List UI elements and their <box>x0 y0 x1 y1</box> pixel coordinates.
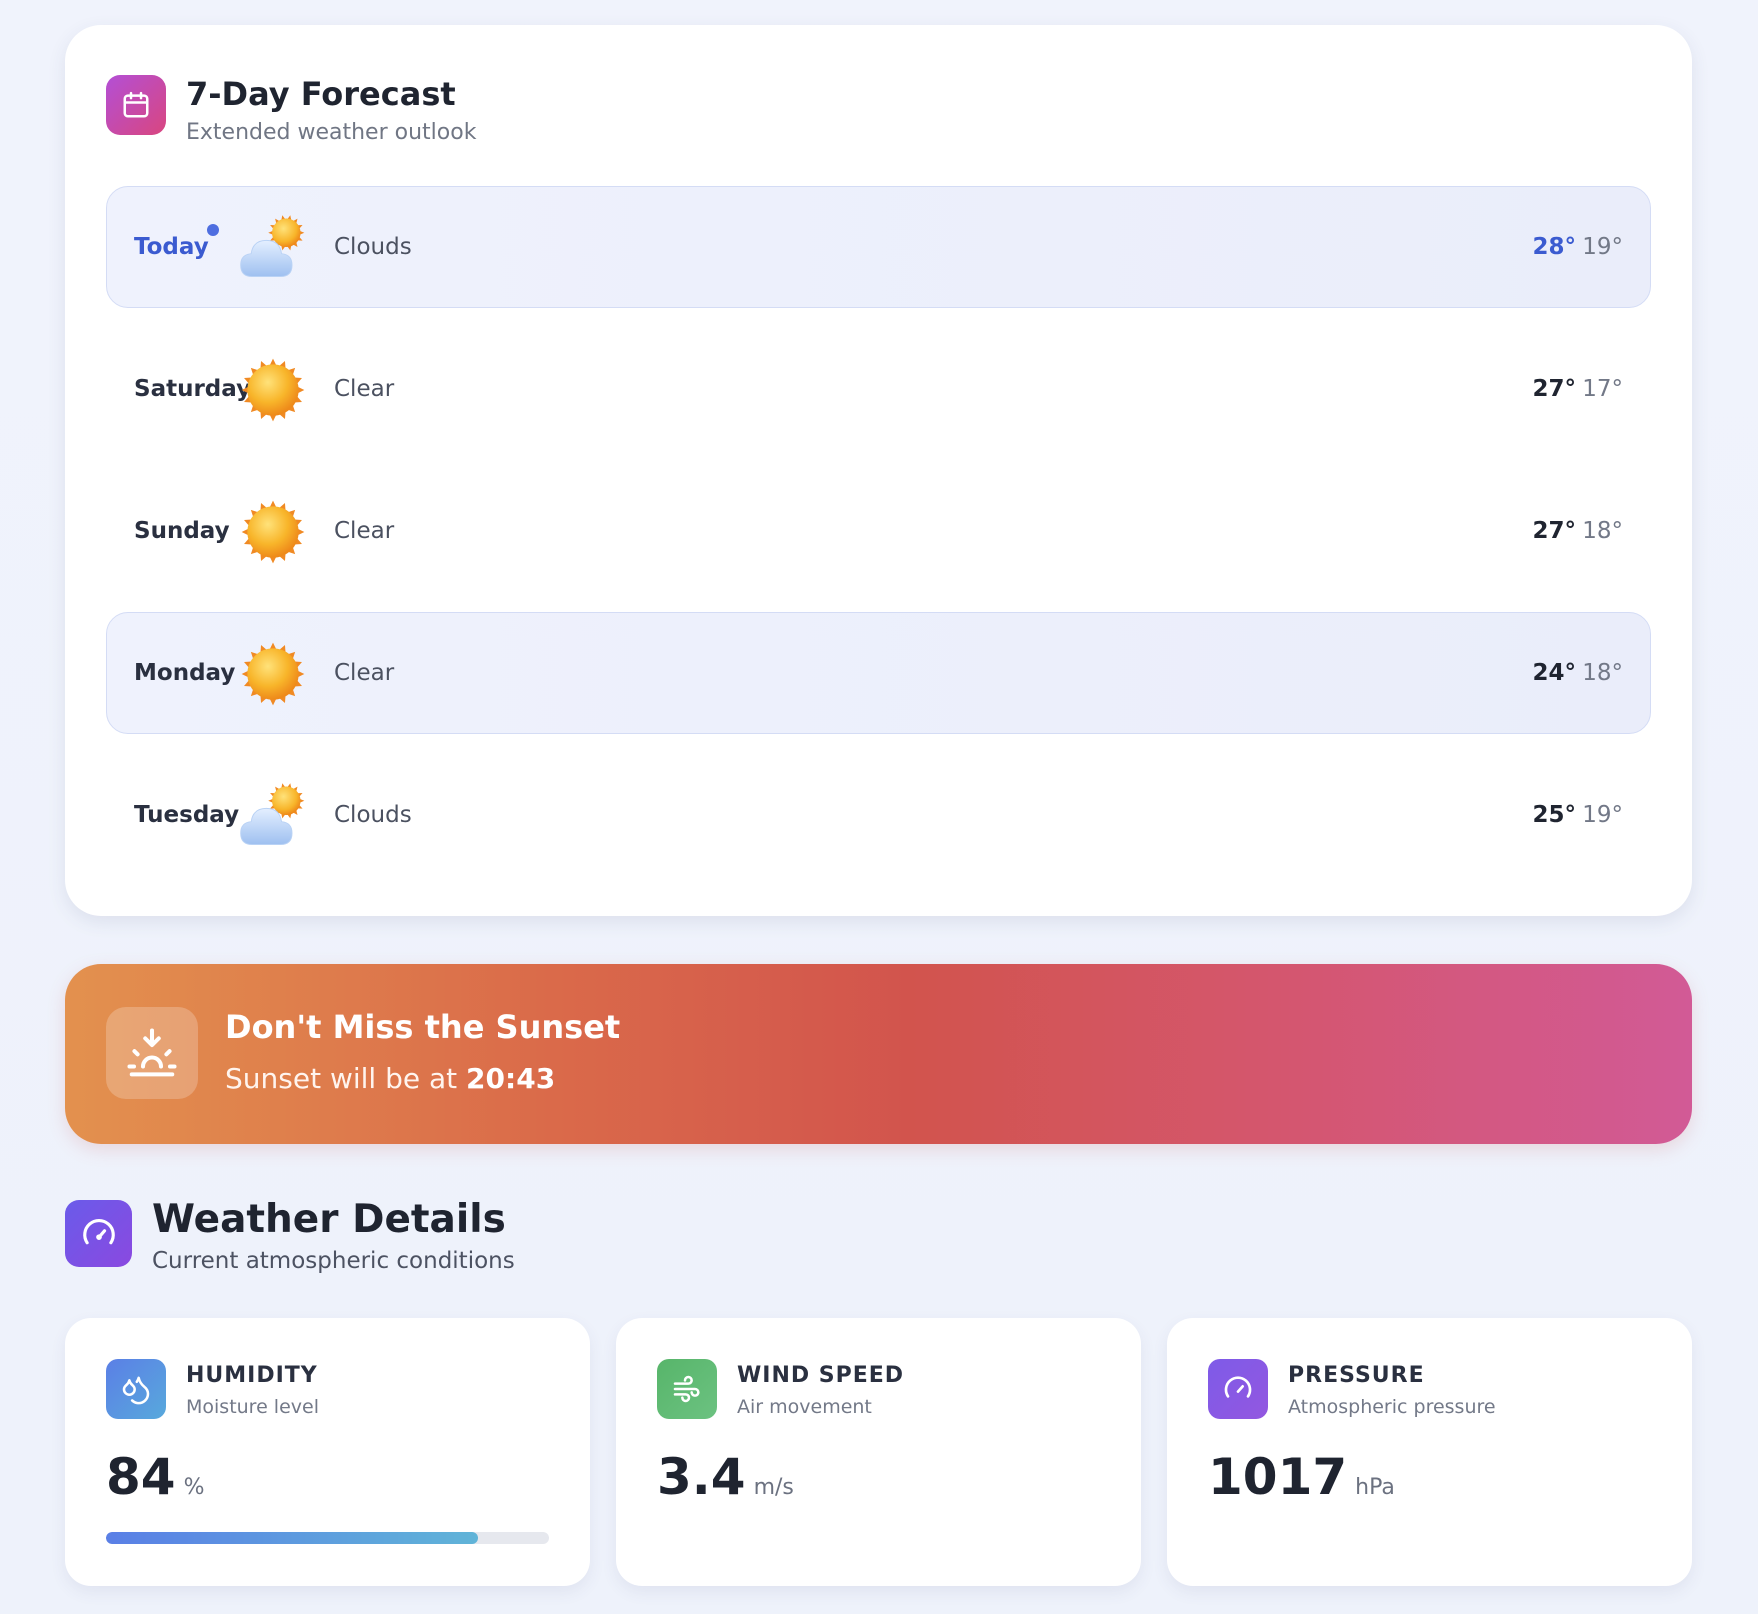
forecast-high: 27° <box>1532 376 1576 402</box>
pressure-title: PRESSURE <box>1288 1363 1425 1388</box>
humidity-subtitle: Moisture level <box>186 1396 319 1418</box>
forecast-high: 24° <box>1532 660 1576 686</box>
forecast-condition: Clouds <box>334 234 412 260</box>
forecast-day: Sunday <box>134 518 230 544</box>
gauge-icon <box>65 1200 132 1267</box>
forecast-subtitle: Extended weather outlook <box>186 120 477 145</box>
forecast-row[interactable]: Saturday Clear 27° 17° <box>106 328 1651 450</box>
forecast-high: 25° <box>1532 802 1576 828</box>
forecast-day: Saturday <box>134 376 252 402</box>
forecast-condition: Clouds <box>334 802 412 828</box>
forecast-low: 18° <box>1582 660 1623 686</box>
droplets-icon <box>106 1359 166 1419</box>
forecast-row[interactable]: Monday Clear 24° 18° <box>106 612 1651 734</box>
forecast-card: 7-Day Forecast Extended weather outlook … <box>65 25 1692 916</box>
calendar-icon <box>106 75 166 135</box>
forecast-row[interactable]: Tuesday Clouds 25° 19° <box>106 754 1651 876</box>
pressure-value: 1017 <box>1208 1448 1348 1506</box>
sunset-title: Don't Miss the Sunset <box>225 1008 621 1046</box>
forecast-day: Today <box>134 234 209 260</box>
details-header: Weather Details Current atmospheric cond… <box>65 1197 515 1274</box>
sun-icon <box>235 352 311 428</box>
pressure-card: PRESSURE Atmospheric pressure 1017 hPa <box>1167 1318 1692 1586</box>
wind-speed-unit: m/s <box>753 1475 794 1500</box>
details-subtitle: Current atmospheric conditions <box>152 1248 515 1274</box>
sun-icon <box>235 636 311 712</box>
forecast-high: 27° <box>1532 518 1576 544</box>
forecast-title: 7-Day Forecast <box>186 75 456 113</box>
sunset-text: Sunset will be at 20:43 <box>225 1062 555 1095</box>
forecast-condition: Clear <box>334 660 395 686</box>
forecast-low: 17° <box>1582 376 1623 402</box>
humidity-card: HUMIDITY Moisture level 84 % <box>65 1318 590 1586</box>
details-title: Weather Details <box>152 1197 506 1242</box>
humidity-progress-fill <box>106 1532 479 1544</box>
today-indicator-dot <box>207 224 219 236</box>
pressure-subtitle: Atmospheric pressure <box>1288 1396 1496 1418</box>
wind-speed-subtitle: Air movement <box>737 1396 872 1418</box>
forecast-row[interactable]: Today Clouds 28° 19° <box>106 186 1651 308</box>
partly-cloudy-icon <box>235 210 311 286</box>
wind-speed-title: WIND SPEED <box>737 1363 905 1388</box>
sunset-text-prefix: Sunset will be at <box>225 1062 458 1095</box>
forecast-day: Tuesday <box>134 802 240 828</box>
forecast-low: 19° <box>1582 234 1623 260</box>
humidity-value: 84 <box>106 1448 176 1506</box>
forecast-condition: Clear <box>334 518 395 544</box>
pressure-unit: hPa <box>1355 1475 1395 1500</box>
sunset-time: 20:43 <box>466 1062 556 1095</box>
humidity-title: HUMIDITY <box>186 1363 318 1388</box>
wind-speed-card: WIND SPEED Air movement 3.4 m/s <box>616 1318 1141 1586</box>
wind-speed-value: 3.4 <box>657 1448 746 1506</box>
forecast-row[interactable]: Sunday Clear 27° 18° <box>106 470 1651 592</box>
sunset-icon <box>106 1007 198 1099</box>
sunset-banner: Don't Miss the Sunset Sunset will be at … <box>65 964 1692 1144</box>
forecast-low: 19° <box>1582 802 1623 828</box>
forecast-header: 7-Day Forecast Extended weather outlook <box>106 75 476 148</box>
humidity-unit: % <box>183 1475 205 1500</box>
wind-icon <box>657 1359 717 1419</box>
forecast-low: 18° <box>1582 518 1623 544</box>
humidity-progress-track <box>106 1532 549 1544</box>
forecast-day: Monday <box>134 660 236 686</box>
forecast-list: Today Clouds 28° 19° Saturday Clear 27° … <box>106 186 1651 896</box>
forecast-high: 28° <box>1532 234 1576 260</box>
gauge-icon <box>1208 1359 1268 1419</box>
sun-icon <box>235 494 311 570</box>
forecast-condition: Clear <box>334 376 395 402</box>
partly-cloudy-icon <box>235 778 311 854</box>
